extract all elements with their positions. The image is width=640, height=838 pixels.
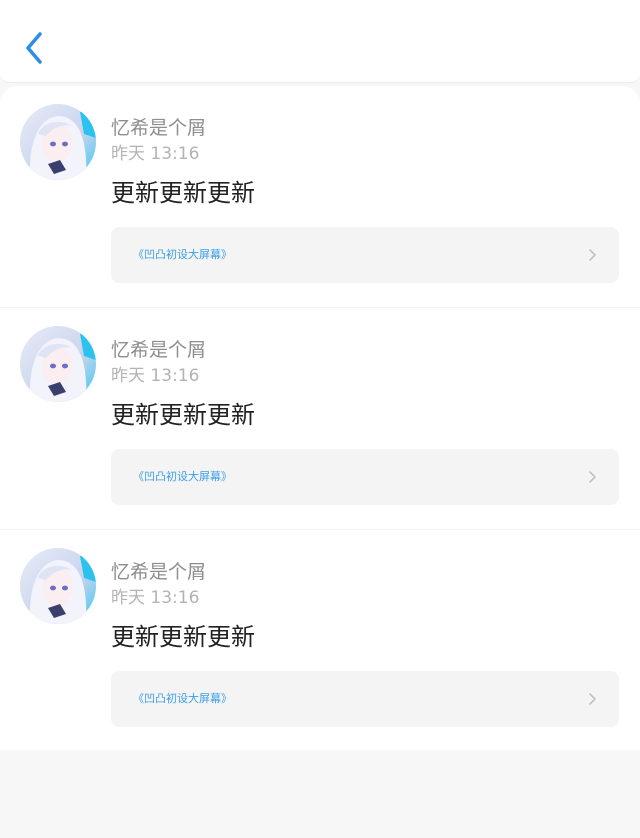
timestamp: 昨天 13:16 (111, 588, 200, 608)
chevron-right-icon (589, 471, 596, 483)
post-item: 忆希是个屑 昨天 13:16 更新更新更新 《凹凸初设大屏幕》 (0, 530, 640, 750)
linked-work-card[interactable]: 《凹凸初设大屏幕》 (111, 227, 619, 283)
chevron-right-icon (589, 249, 596, 261)
avatar[interactable] (20, 326, 96, 402)
linked-work-title: 《凹凸初设大屏幕》 (133, 470, 232, 483)
post-content: 更新更新更新 (111, 623, 255, 651)
avatar[interactable] (20, 104, 96, 180)
back-button[interactable] (18, 28, 52, 68)
linked-work-title: 《凹凸初设大屏幕》 (133, 248, 232, 261)
post-content: 更新更新更新 (111, 401, 255, 429)
post-content: 更新更新更新 (111, 179, 255, 207)
timestamp: 昨天 13:16 (111, 144, 200, 164)
chevron-left-icon (26, 32, 42, 64)
top-nav-bar (0, 0, 640, 83)
username[interactable]: 忆希是个屑 (111, 338, 206, 362)
linked-work-card[interactable]: 《凹凸初设大屏幕》 (111, 449, 619, 505)
post-item: 忆希是个屑 昨天 13:16 更新更新更新 《凹凸初设大屏幕》 (0, 308, 640, 530)
linked-work-card[interactable]: 《凹凸初设大屏幕》 (111, 671, 619, 727)
username[interactable]: 忆希是个屑 (111, 116, 206, 140)
post-list: 忆希是个屑 昨天 13:16 更新更新更新 《凹凸初设大屏幕》 忆希是个屑 昨天… (0, 86, 640, 750)
timestamp: 昨天 13:16 (111, 366, 200, 386)
post-item: 忆希是个屑 昨天 13:16 更新更新更新 《凹凸初设大屏幕》 (0, 86, 640, 308)
chevron-right-icon (589, 693, 596, 705)
linked-work-title: 《凹凸初设大屏幕》 (133, 692, 232, 705)
username[interactable]: 忆希是个屑 (111, 560, 206, 584)
avatar[interactable] (20, 548, 96, 624)
